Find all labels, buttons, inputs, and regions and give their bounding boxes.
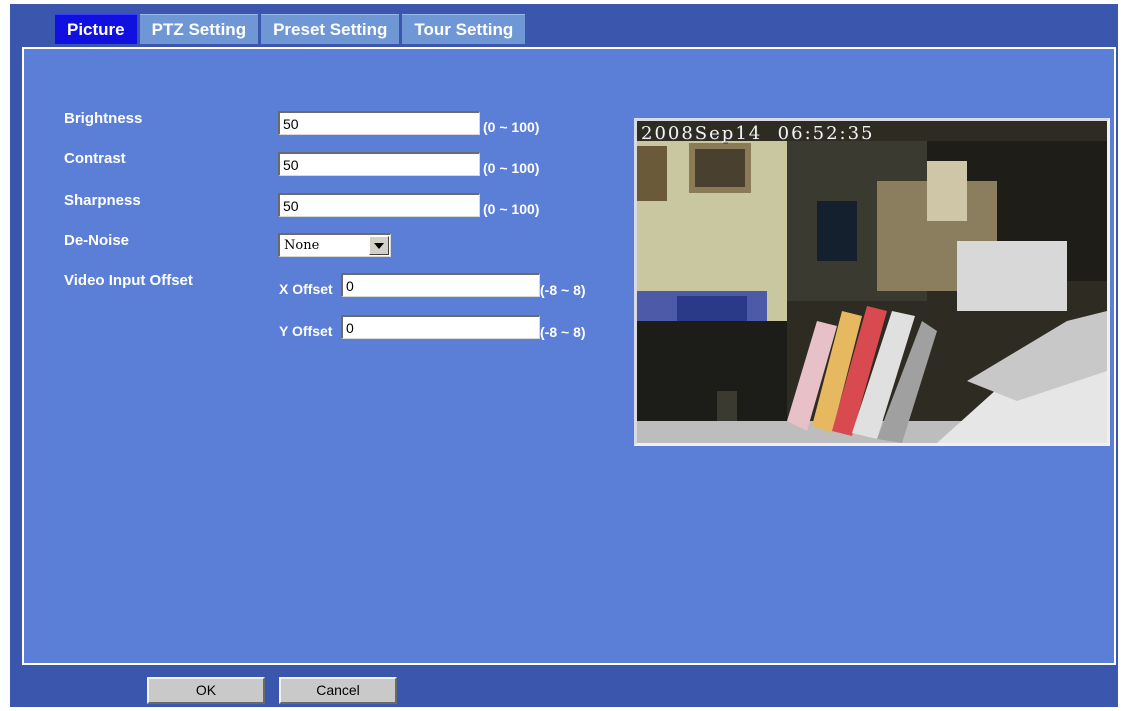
dropdown-arrow-icon[interactable] (369, 236, 389, 255)
y-offset-range: (-8 ~ 8) (540, 324, 586, 340)
x-offset-range: (-8 ~ 8) (540, 282, 586, 298)
x-offset-label: X Offset (279, 281, 333, 297)
denoise-select[interactable]: None (278, 233, 391, 257)
camera-scene-image (637, 121, 1107, 443)
sharpness-label: Sharpness (64, 192, 141, 209)
sharpness-range: (0 ~ 100) (483, 201, 540, 217)
ok-button[interactable]: OK (147, 677, 265, 704)
tab-ptz-setting[interactable]: PTZ Setting (139, 14, 259, 44)
camera-preview: 2008Sep14 06:52:35 (634, 118, 1110, 446)
denoise-selected-value: None (284, 238, 320, 253)
cancel-button[interactable]: Cancel (279, 677, 397, 704)
contrast-range: (0 ~ 100) (483, 160, 540, 176)
y-offset-label: Y Offset (279, 323, 333, 339)
denoise-label: De-Noise (64, 232, 130, 249)
sharpness-input[interactable] (278, 193, 480, 217)
tab-picture[interactable]: Picture (55, 14, 137, 44)
brightness-range: (0 ~ 100) (483, 119, 540, 135)
camera-timestamp: 2008Sep14 06:52:35 (641, 123, 875, 144)
brightness-label: Brightness (64, 110, 143, 127)
contrast-input[interactable] (278, 152, 480, 176)
x-offset-input[interactable] (341, 273, 540, 297)
tab-bar: Picture PTZ Setting Preset Setting Tour … (55, 14, 528, 44)
tab-tour-setting[interactable]: Tour Setting (402, 14, 526, 44)
y-offset-input[interactable] (341, 315, 540, 339)
tab-preset-setting[interactable]: Preset Setting (261, 14, 400, 44)
video-input-offset-label: Video Input Offset (64, 272, 193, 289)
contrast-label: Contrast (64, 150, 126, 167)
brightness-input[interactable] (278, 111, 480, 135)
